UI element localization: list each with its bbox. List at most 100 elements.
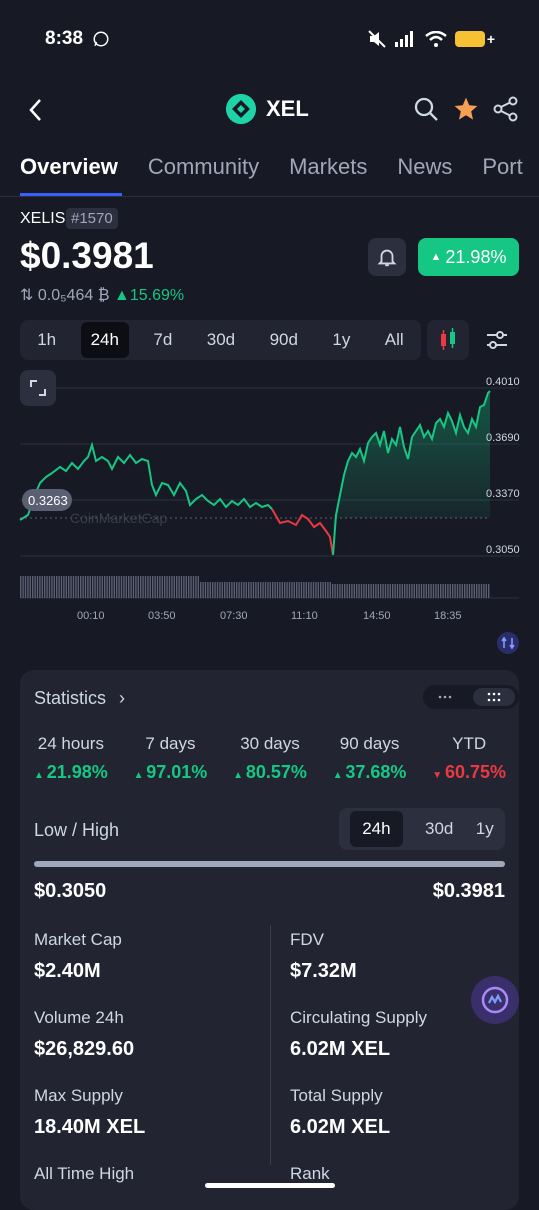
volume-bars bbox=[20, 576, 490, 598]
timeframe-24h[interactable]: 24h bbox=[80, 322, 129, 358]
home-indicator[interactable] bbox=[205, 1183, 335, 1188]
volume-bar bbox=[288, 582, 291, 598]
volume-bar bbox=[96, 576, 99, 598]
status-icons: + bbox=[367, 30, 495, 48]
volume-bar bbox=[24, 576, 27, 598]
volume-bar bbox=[80, 576, 82, 598]
metric-label: All Time High bbox=[34, 1164, 135, 1183]
volume-bar bbox=[113, 576, 115, 598]
battery-icon bbox=[454, 31, 485, 47]
volume-bar bbox=[156, 576, 159, 598]
volume-bar bbox=[459, 584, 461, 598]
volume-bar bbox=[406, 584, 408, 598]
perf-24h: 24 hours ▲ 21.98% bbox=[34, 734, 108, 783]
candlestick-toggle[interactable] bbox=[427, 320, 469, 360]
x-tick-label: 00:10 bbox=[77, 610, 105, 622]
volume-bar bbox=[358, 584, 360, 598]
volume-bar bbox=[404, 584, 406, 598]
volume-bar bbox=[209, 582, 211, 598]
timeframe-30d[interactable]: 30d bbox=[197, 322, 245, 358]
view-toggle-icon bbox=[438, 688, 515, 706]
volume-bar bbox=[329, 582, 331, 598]
volume-bar bbox=[468, 584, 471, 598]
timeframe-90d[interactable]: 90d bbox=[260, 322, 308, 358]
price-area bbox=[333, 391, 490, 555]
perf-value: ▲ 80.57% bbox=[233, 762, 307, 782]
btc-change-arrow-icon: ▲ bbox=[113, 287, 130, 304]
price-chart[interactable]: CoinMarketCap 0.4010 0.3690 0.3370 0.305… bbox=[0, 365, 539, 630]
volume-bar bbox=[425, 584, 427, 598]
ai-assistant-button[interactable] bbox=[471, 976, 519, 1024]
perf-label: YTD bbox=[452, 734, 487, 753]
perf-ytd: YTD ▼ 60.75% bbox=[432, 734, 506, 783]
metric-label: Rank bbox=[290, 1164, 330, 1183]
volume-bar bbox=[267, 582, 269, 598]
perf-value: ▲ 97.01% bbox=[133, 762, 208, 782]
tab-overview[interactable]: Overview bbox=[20, 154, 118, 180]
volume-bar bbox=[22, 576, 24, 598]
volume-bar bbox=[413, 584, 415, 598]
low-high-24h[interactable]: 24h bbox=[350, 811, 403, 847]
volume-bar bbox=[250, 582, 252, 598]
volume-bar bbox=[238, 582, 240, 598]
search-icon[interactable] bbox=[413, 96, 439, 122]
tab-news[interactable]: News bbox=[397, 154, 452, 180]
volume-bar bbox=[488, 584, 490, 598]
signal-icon bbox=[394, 31, 413, 47]
low-high-30d[interactable]: 30d bbox=[425, 819, 453, 839]
volume-bar bbox=[195, 576, 197, 598]
timeframe-7d[interactable]: 7d bbox=[143, 322, 182, 358]
volume-bar bbox=[252, 582, 255, 598]
volume-bar bbox=[396, 584, 399, 598]
volume-bar bbox=[423, 584, 425, 598]
volume-bar bbox=[279, 582, 281, 598]
volume-bar bbox=[260, 582, 262, 598]
perf-90d: 90 days ▲ 37.68% bbox=[333, 734, 407, 783]
compare-glyph-icon bbox=[501, 636, 515, 650]
volume-bar bbox=[401, 584, 403, 598]
volume-bar bbox=[416, 584, 418, 598]
share-icon[interactable] bbox=[493, 96, 519, 122]
volume-bar bbox=[356, 584, 358, 598]
back-arrow-icon[interactable] bbox=[28, 98, 44, 122]
volume-bar bbox=[464, 584, 466, 598]
volume-bar bbox=[310, 582, 312, 598]
low-high-1y[interactable]: 1y bbox=[476, 819, 494, 839]
volume-bar bbox=[178, 576, 180, 598]
timeframe-1y[interactable]: 1y bbox=[322, 322, 360, 358]
volume-bar bbox=[104, 576, 106, 598]
volume-bar bbox=[34, 576, 36, 598]
view-toggle[interactable] bbox=[423, 685, 519, 709]
star-icon[interactable] bbox=[453, 96, 479, 122]
timeframe-all[interactable]: All bbox=[375, 322, 414, 358]
volume-bar bbox=[147, 576, 149, 598]
volume-bar bbox=[128, 576, 130, 598]
volume-bar bbox=[480, 584, 483, 598]
timeframe-1h[interactable]: 1h bbox=[27, 322, 66, 358]
volume-bar bbox=[207, 582, 209, 598]
tab-community[interactable]: Community bbox=[148, 154, 259, 180]
rank-badge: #1570 bbox=[66, 208, 118, 229]
volume-bar bbox=[303, 582, 305, 598]
volume-bar bbox=[171, 576, 173, 598]
volume-bar bbox=[332, 584, 334, 598]
volume-bar bbox=[39, 576, 41, 598]
perf-label: 24 hours bbox=[37, 734, 104, 753]
volume-bar bbox=[262, 582, 264, 598]
volume-bar bbox=[51, 576, 53, 598]
compare-icon[interactable] bbox=[497, 632, 519, 654]
volume-bar bbox=[44, 576, 46, 598]
price-alert-button[interactable] bbox=[368, 238, 406, 276]
volume-bar bbox=[435, 584, 437, 598]
y-tick-label: 0.3690 bbox=[486, 432, 520, 444]
volume-bar bbox=[286, 582, 288, 598]
fullscreen-button[interactable] bbox=[20, 370, 56, 406]
chart-settings-icon[interactable] bbox=[484, 327, 510, 353]
tab-markets[interactable]: Markets bbox=[289, 154, 367, 180]
volume-bar bbox=[224, 582, 226, 598]
volume-bar bbox=[456, 584, 459, 598]
high-value: $0.3981 bbox=[432, 880, 505, 902]
statistics-title[interactable]: Statistics › bbox=[34, 688, 125, 709]
watermark: CoinMarketCap bbox=[70, 510, 167, 526]
tab-portfolio[interactable]: Port bbox=[482, 154, 522, 180]
